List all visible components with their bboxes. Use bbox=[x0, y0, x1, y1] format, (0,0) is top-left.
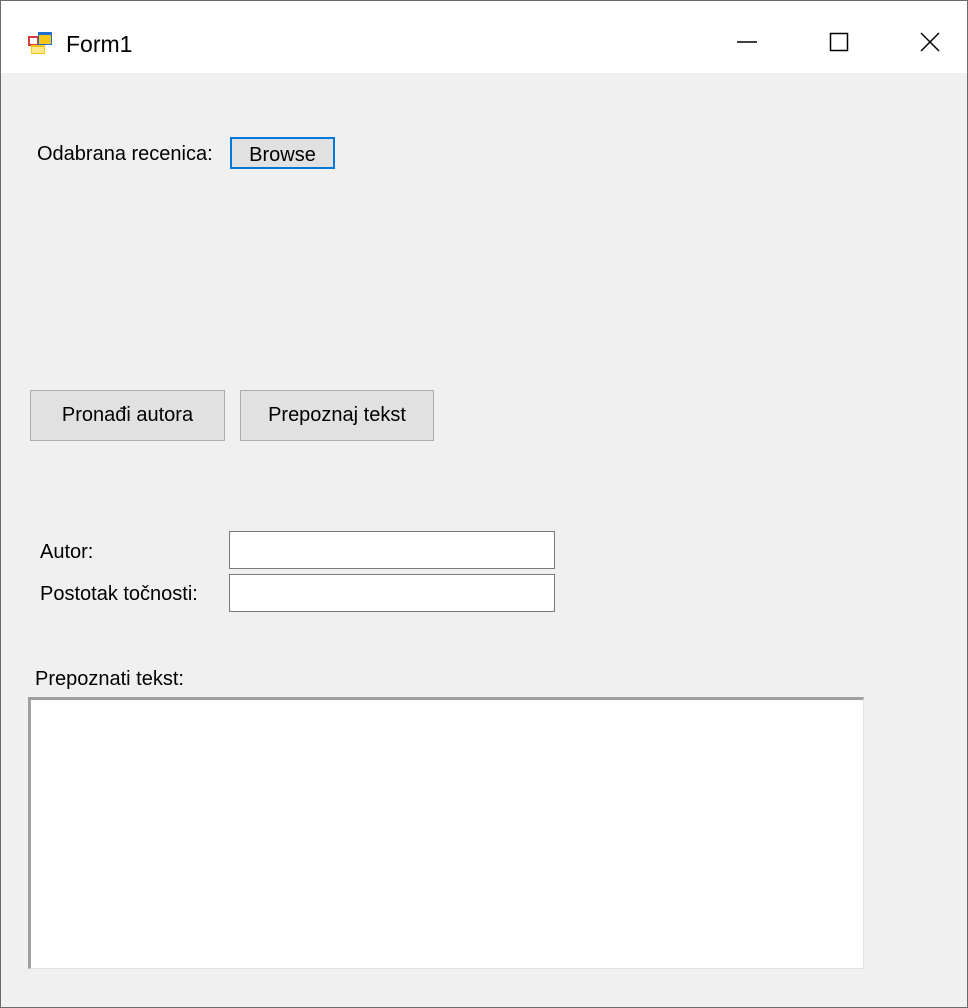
author-label: Autor: bbox=[40, 541, 94, 563]
close-button[interactable] bbox=[885, 1, 967, 73]
accuracy-input[interactable] bbox=[229, 574, 555, 612]
find-author-button[interactable]: Pronađi autora bbox=[30, 390, 225, 441]
title-bar[interactable]: Form1 bbox=[1, 1, 967, 73]
minimize-icon bbox=[737, 41, 757, 43]
maximize-icon bbox=[829, 32, 849, 52]
window-title: Form1 bbox=[66, 31, 133, 57]
recognized-text-label: Prepoznati tekst: bbox=[35, 668, 184, 690]
accuracy-label: Postotak točnosti: bbox=[40, 583, 198, 605]
form-app-icon bbox=[28, 32, 52, 54]
author-input[interactable] bbox=[229, 531, 555, 569]
maximize-button[interactable] bbox=[793, 1, 885, 73]
close-icon bbox=[920, 32, 940, 52]
browse-button[interactable]: Browse bbox=[230, 137, 335, 169]
recognized-text-area[interactable] bbox=[28, 697, 864, 969]
recognize-text-button[interactable]: Prepoznaj tekst bbox=[240, 390, 434, 441]
selected-sentence-label: Odabrana recenica: bbox=[37, 143, 213, 165]
minimize-button[interactable] bbox=[701, 1, 793, 73]
form-window: Form1 Odabrana recenica: Browse Pronađi … bbox=[0, 0, 968, 1008]
